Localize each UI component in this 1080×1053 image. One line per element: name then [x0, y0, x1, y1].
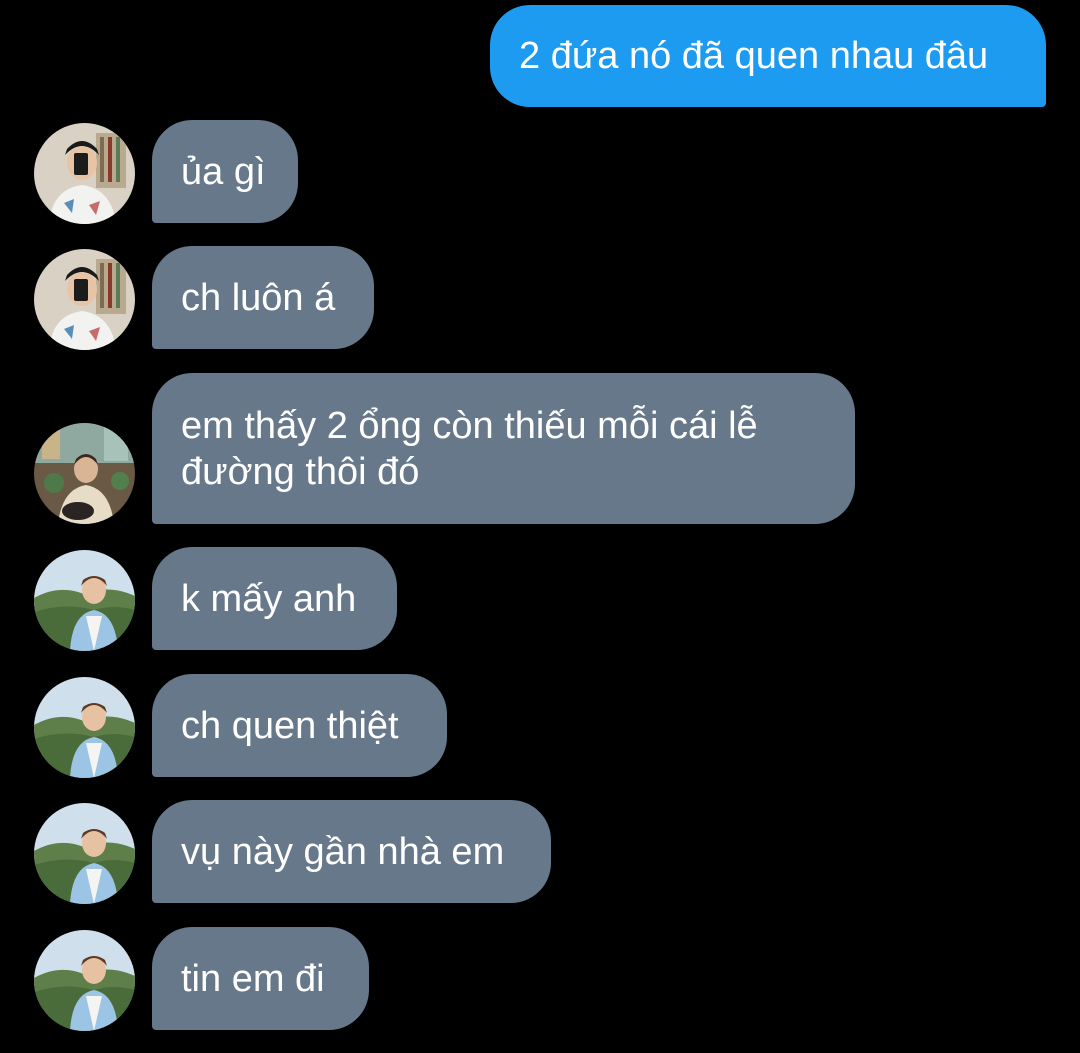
- avatar-mountain-portrait-icon[interactable]: [34, 930, 135, 1031]
- message-text: em thấy 2 ổng còn thiếu mỗi cái lễ đường…: [181, 404, 758, 493]
- avatar-mountain-portrait-icon[interactable]: [34, 677, 135, 778]
- avatar-mountain-portrait-icon[interactable]: [34, 803, 135, 904]
- message-text: ch quen thiệt: [181, 704, 399, 747]
- avatar-cafe-portrait-icon[interactable]: [34, 423, 135, 524]
- message-text: tin em đi: [181, 957, 325, 1000]
- message-bubble-incoming[interactable]: vụ này gần nhà em: [152, 800, 551, 903]
- message-bubble-incoming[interactable]: tin em đi: [152, 927, 369, 1030]
- message-text: ch luôn á: [181, 276, 336, 319]
- message-text: ủa gì: [181, 150, 266, 193]
- message-bubble-incoming[interactable]: ch luôn á: [152, 246, 374, 349]
- message-text: vụ này gần nhà em: [181, 830, 505, 873]
- message-bubble-incoming[interactable]: ch quen thiệt: [152, 674, 447, 777]
- message-text: k mấy anh: [181, 577, 357, 620]
- message-text: 2 đứa nó đã quen nhau đâu: [519, 35, 989, 77]
- message-bubble-incoming[interactable]: em thấy 2 ổng còn thiếu mỗi cái lễ đường…: [152, 373, 855, 524]
- avatar-mountain-portrait-icon[interactable]: [34, 550, 135, 651]
- message-bubble-incoming[interactable]: k mấy anh: [152, 547, 397, 650]
- message-bubble-incoming[interactable]: ủa gì: [152, 120, 298, 223]
- avatar-mirror-selfie-icon[interactable]: [34, 123, 135, 224]
- avatar-mirror-selfie-icon[interactable]: [34, 249, 135, 350]
- conversation-thread: 2 đứa nó đã quen nhau đâu ủa gì ch luôn …: [0, 0, 1080, 1053]
- message-bubble-outgoing[interactable]: 2 đứa nó đã quen nhau đâu: [490, 5, 1046, 107]
